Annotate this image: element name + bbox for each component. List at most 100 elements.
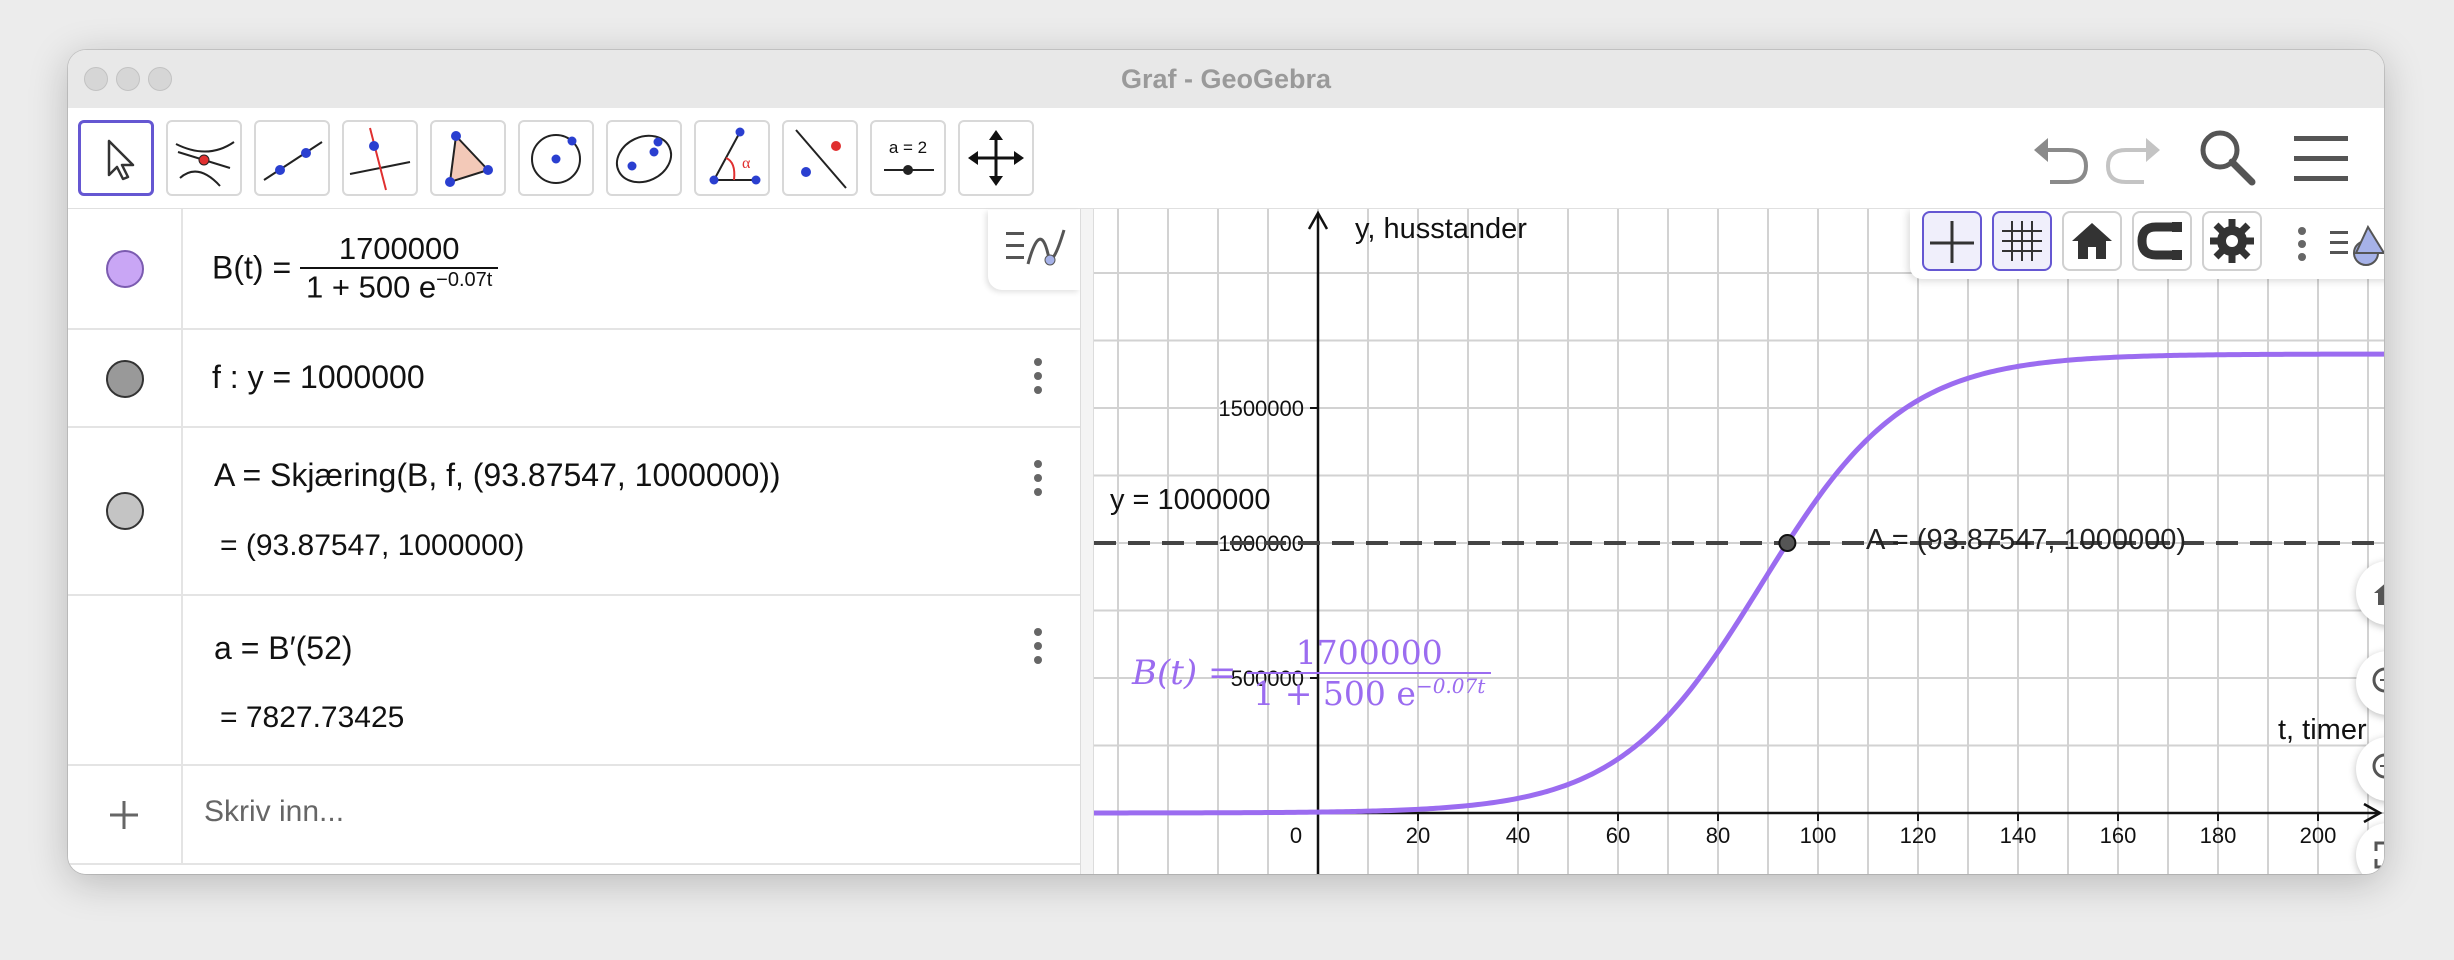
fraction-denominator: 1 + 500 e−0.07t: [306, 269, 493, 305]
x-tick-label: 0: [1290, 823, 1302, 848]
fraction-numerator: 1700000: [300, 231, 499, 269]
reflect-tool-button[interactable]: [782, 120, 858, 196]
cursor-arrow-icon: [107, 139, 135, 181]
point-A-label: A = (93.87547, 1000000): [1866, 524, 2187, 556]
point-A[interactable]: [1778, 534, 1797, 552]
more-icon[interactable]: [2298, 227, 2306, 261]
reflect-about-line-icon: [795, 129, 847, 189]
perpendicular-line-tool-button[interactable]: [342, 120, 418, 196]
x-tick-label: 20: [1406, 823, 1430, 848]
axes-icon: [1930, 221, 1974, 263]
standard-view-button[interactable]: [2062, 211, 2122, 271]
polygon-tool-button[interactable]: [430, 120, 506, 196]
line-through-points-icon: [263, 141, 323, 181]
menu-icon[interactable]: [2292, 134, 2352, 186]
visibility-toggle[interactable]: [106, 492, 144, 530]
redo-icon[interactable]: [2102, 130, 2166, 186]
x-tick-label: 180: [2200, 823, 2237, 848]
graphics-menu-icon[interactable]: [2326, 217, 2384, 273]
point-A-definition[interactable]: A = Skjæring(B, f, (93.87547, 1000000)): [214, 457, 781, 494]
x-tick-label: 40: [1506, 823, 1530, 848]
algebra-row-B[interactable]: B(t) = 1700000 1 + 500 e−0.07t: [68, 209, 1080, 330]
algebra-row-f[interactable]: f : y = 1000000: [68, 330, 1080, 428]
view-divider[interactable]: [1080, 209, 1094, 874]
algebra-row-a[interactable]: a = B′(52) = 7827.73425: [68, 596, 1080, 766]
perpendicular-line-icon: [349, 127, 411, 191]
home-icon: [2072, 223, 2112, 259]
fullscreen-icon: [2374, 841, 2384, 869]
zoom-in-icon: [2372, 667, 2384, 693]
algebra-row-A[interactable]: A = Skjæring(B, f, (93.87547, 1000000)) …: [68, 428, 1080, 596]
more-options-icon[interactable]: [1034, 460, 1042, 502]
fullscreen-button[interactable]: [2356, 823, 2384, 874]
function-B-curve[interactable]: [1094, 351, 2384, 816]
algebra-view: B(t) = 1700000 1 + 500 e−0.07t f : y = 1…: [68, 209, 1080, 874]
magnet-icon: [2137, 222, 2182, 260]
zoom-in-button[interactable]: [2356, 651, 2384, 715]
algebra-view-menu-button[interactable]: [988, 210, 1080, 290]
function-B-definition[interactable]: B(t) = 1700000 1 + 500 e−0.07t: [212, 231, 499, 305]
graphics-view[interactable]: 0 20 40 60 80 100 120 140 160 180 200 500000 1000000…: [1094, 209, 2384, 874]
more-options-icon[interactable]: [1034, 628, 1042, 670]
y-tick-label: 1500000: [1218, 396, 1304, 421]
intersect-icon: [175, 141, 235, 187]
grid-icon: [2002, 221, 2042, 261]
number-a-value: = 7827.73425: [220, 701, 405, 734]
circle-tool-button[interactable]: [518, 120, 594, 196]
app-window: Graf - GeoGebra α a = 2 B(t) = 1700000 1…: [68, 50, 2384, 874]
grid-toggle-button[interactable]: [1992, 211, 2052, 271]
home-icon: [2374, 584, 2384, 605]
conic-tool-button[interactable]: [606, 120, 682, 196]
point-tool-button[interactable]: [166, 120, 242, 196]
function-B-graph-label[interactable]: B(t) = 1700000 1 + 500 e−0.07t: [1132, 633, 1492, 713]
x-tick-label: 120: [1900, 823, 1937, 848]
visibility-toggle[interactable]: [106, 250, 144, 288]
input-row[interactable]: Skriv inn...: [68, 766, 1080, 865]
polygon-icon: [445, 131, 493, 187]
x-tick-label: 60: [1606, 823, 1630, 848]
visibility-toggle[interactable]: [106, 360, 144, 398]
x-tick-label: 80: [1706, 823, 1730, 848]
zoom-out-button[interactable]: [2356, 737, 2384, 801]
x-tick-label: 100: [1800, 823, 1837, 848]
axes-toggle-button[interactable]: [1922, 211, 1982, 271]
zoom-out-icon: [2372, 753, 2384, 779]
x-tick-label: 140: [2000, 823, 2037, 848]
angle-tool-button[interactable]: α: [694, 120, 770, 196]
algebra-input[interactable]: Skriv inn...: [204, 795, 344, 829]
y-axis-label: y, husstander: [1355, 213, 1527, 245]
x-tick-label: 200: [2300, 823, 2337, 848]
move-view-tool-button[interactable]: [958, 120, 1034, 196]
x-axis-label: t, timer: [2278, 714, 2367, 746]
angle-icon: α: [709, 127, 761, 185]
algebra-view-menu-icon: [1006, 229, 1066, 266]
settings-button[interactable]: [2202, 211, 2262, 271]
slider-tool-button[interactable]: a = 2: [870, 120, 946, 196]
settings-icon: [2210, 219, 2254, 263]
home-view-button[interactable]: [2356, 561, 2384, 625]
title-bar: Graf - GeoGebra: [68, 50, 2384, 109]
add-column: [68, 766, 183, 863]
point-capturing-button[interactable]: [2132, 211, 2192, 271]
toolbar: α a = 2: [68, 108, 2384, 209]
slider-icon: [884, 165, 934, 175]
plus-icon[interactable]: [68, 766, 183, 865]
move-arrows-icon: [968, 130, 1024, 186]
line-tool-button[interactable]: [254, 120, 330, 196]
circle-with-center-icon: [531, 134, 581, 184]
point-A-value: = (93.87547, 1000000): [220, 529, 525, 562]
move-tool-button[interactable]: [78, 120, 154, 196]
line-f-label: y = 1000000: [1110, 484, 1271, 516]
visibility-column: [68, 596, 183, 764]
search-icon[interactable]: [2196, 126, 2260, 190]
svg-text:α: α: [742, 155, 751, 172]
line-f-definition[interactable]: f : y = 1000000: [212, 359, 425, 396]
ellipse-icon: [615, 134, 673, 184]
x-tick-label: 160: [2100, 823, 2137, 848]
more-options-icon[interactable]: [1034, 358, 1042, 400]
undo-icon[interactable]: [2028, 130, 2092, 186]
number-a-definition[interactable]: a = B′(52): [214, 630, 353, 667]
slider-tool-label: a = 2: [888, 138, 928, 157]
graph-canvas[interactable]: 0 20 40 60 80 100 120 140 160 180 2005000001000000…: [1094, 209, 2384, 874]
window-title: Graf - GeoGebra: [1120, 64, 1332, 94]
